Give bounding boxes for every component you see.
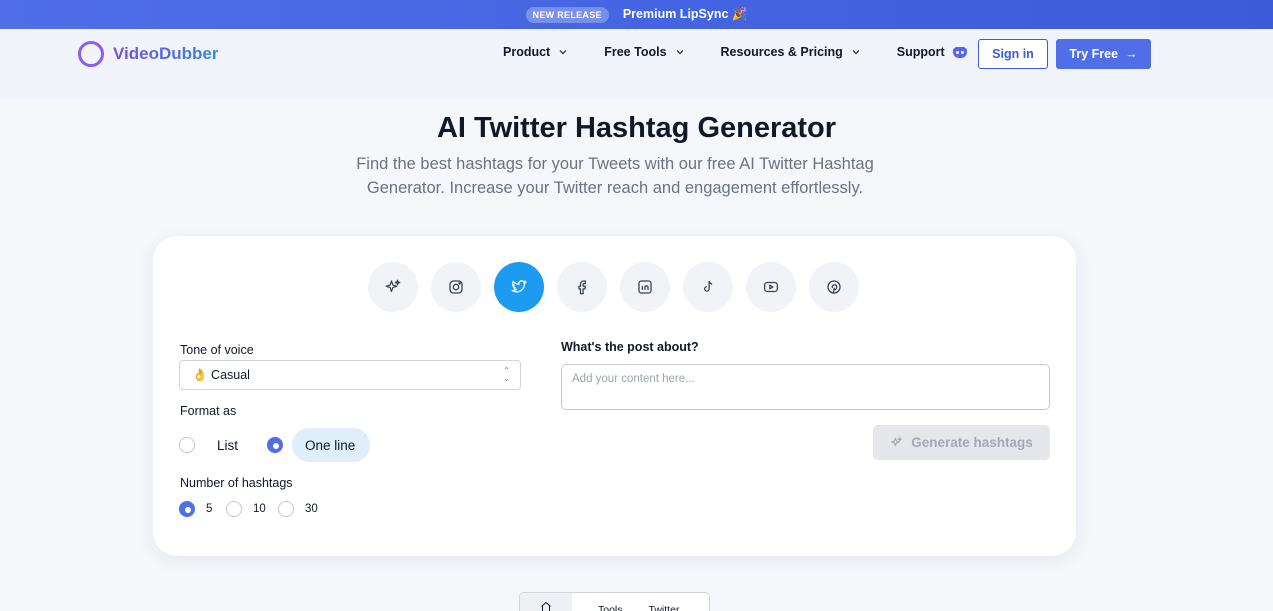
home-icon [541, 601, 551, 611]
generator-card: Tone of voice 👌 Casual ⌃ ⌄ Format as List… [153, 236, 1076, 556]
logo-text: VideoDubber [113, 44, 219, 63]
tone-label: Tone of voice [180, 343, 254, 357]
tiktok-icon [704, 280, 713, 292]
sparkles-icon [891, 437, 903, 447]
generate-label: Generate hashtags [911, 435, 1033, 450]
announcement-text[interactable]: Premium LipSync 🎉 [623, 7, 748, 22]
site-header: VideoDubber Product Free Tools Resources… [0, 29, 1273, 99]
pinterest-icon [827, 280, 841, 294]
logo[interactable]: VideoDubber [78, 41, 218, 67]
count-10-radio[interactable] [226, 501, 242, 517]
count-10-label[interactable]: 10 [253, 503, 266, 515]
try-free-button[interactable]: Try Free → [1056, 39, 1151, 69]
count-5-label[interactable]: 5 [206, 503, 212, 515]
platform-twitter-button[interactable] [494, 262, 544, 312]
new-release-badge: NEW RELEASE [525, 6, 609, 23]
format-one-line-label[interactable]: One line [305, 438, 355, 453]
chevron-down-icon [852, 50, 860, 55]
generate-hashtags-button[interactable]: Generate hashtags [873, 425, 1050, 460]
nav-free-tools[interactable]: Free Tools [604, 45, 684, 59]
count-30-label[interactable]: 30 [305, 503, 318, 515]
linkedin-icon [638, 280, 652, 294]
platform-pinterest-button[interactable] [809, 262, 859, 312]
platform-linkedin-button[interactable] [620, 262, 670, 312]
nav-resources-pricing[interactable]: Resources & Pricing [721, 45, 861, 59]
chevron-up-down-icon: ⌃ ⌄ [503, 366, 510, 383]
format-one-line-radio[interactable] [267, 437, 283, 453]
post-content-input[interactable]: Add your content here... [561, 364, 1050, 410]
twitter-icon [511, 280, 527, 293]
page-title: AI Twitter Hashtag Generator [436, 112, 837, 144]
nav-product[interactable]: Product [503, 45, 568, 59]
breadcrumb-tools[interactable]: Tools [572, 593, 623, 611]
tone-value: 👌 Casual [192, 367, 250, 382]
count-30-radio[interactable] [278, 501, 294, 517]
sparkles-icon [385, 279, 401, 293]
breadcrumb: Tools Twitter [519, 592, 710, 611]
logo-ring-icon [78, 41, 104, 67]
main-nav: Product Free Tools Resources & Pricing S… [503, 45, 967, 59]
platform-all-button[interactable] [368, 262, 418, 312]
arrow-right-icon: → [1125, 47, 1138, 61]
nav-support[interactable]: Support [897, 45, 967, 59]
try-free-label: Try Free [1069, 47, 1119, 61]
platform-youtube-button[interactable] [746, 262, 796, 312]
nav-resources-label: Resources & Pricing [720, 45, 843, 59]
count-5-radio[interactable] [179, 501, 195, 517]
nav-support-label: Support [896, 45, 945, 59]
discord-icon [952, 46, 967, 58]
post-placeholder: Add your content here... [572, 373, 695, 385]
nav-product-label: Product [503, 45, 551, 59]
chevron-down-icon [559, 50, 567, 55]
announcement-bar[interactable]: NEW RELEASE Premium LipSync 🎉 [0, 0, 1273, 29]
format-label: Format as [180, 404, 237, 418]
tone-select[interactable]: 👌 Casual ⌃ ⌄ [179, 360, 521, 390]
chevron-down-icon [676, 50, 684, 55]
facebook-icon [578, 280, 587, 295]
nav-free-tools-label: Free Tools [604, 45, 667, 59]
youtube-icon [763, 281, 779, 293]
count-label: Number of hashtags [180, 476, 293, 490]
post-label: What's the post about? [561, 340, 699, 354]
format-list-radio[interactable] [179, 437, 195, 453]
breadcrumb-home[interactable] [520, 593, 572, 611]
instagram-icon [449, 280, 463, 294]
sign-in-button[interactable]: Sign in [978, 39, 1048, 69]
platform-instagram-button[interactable] [431, 262, 481, 312]
platform-selector [368, 262, 859, 312]
page-subtitle: Find the best hashtags for your Tweets w… [356, 155, 874, 197]
platform-tiktok-button[interactable] [683, 262, 733, 312]
format-list-label[interactable]: List [217, 438, 238, 453]
platform-facebook-button[interactable] [557, 262, 607, 312]
breadcrumb-twitter[interactable]: Twitter [623, 593, 680, 611]
